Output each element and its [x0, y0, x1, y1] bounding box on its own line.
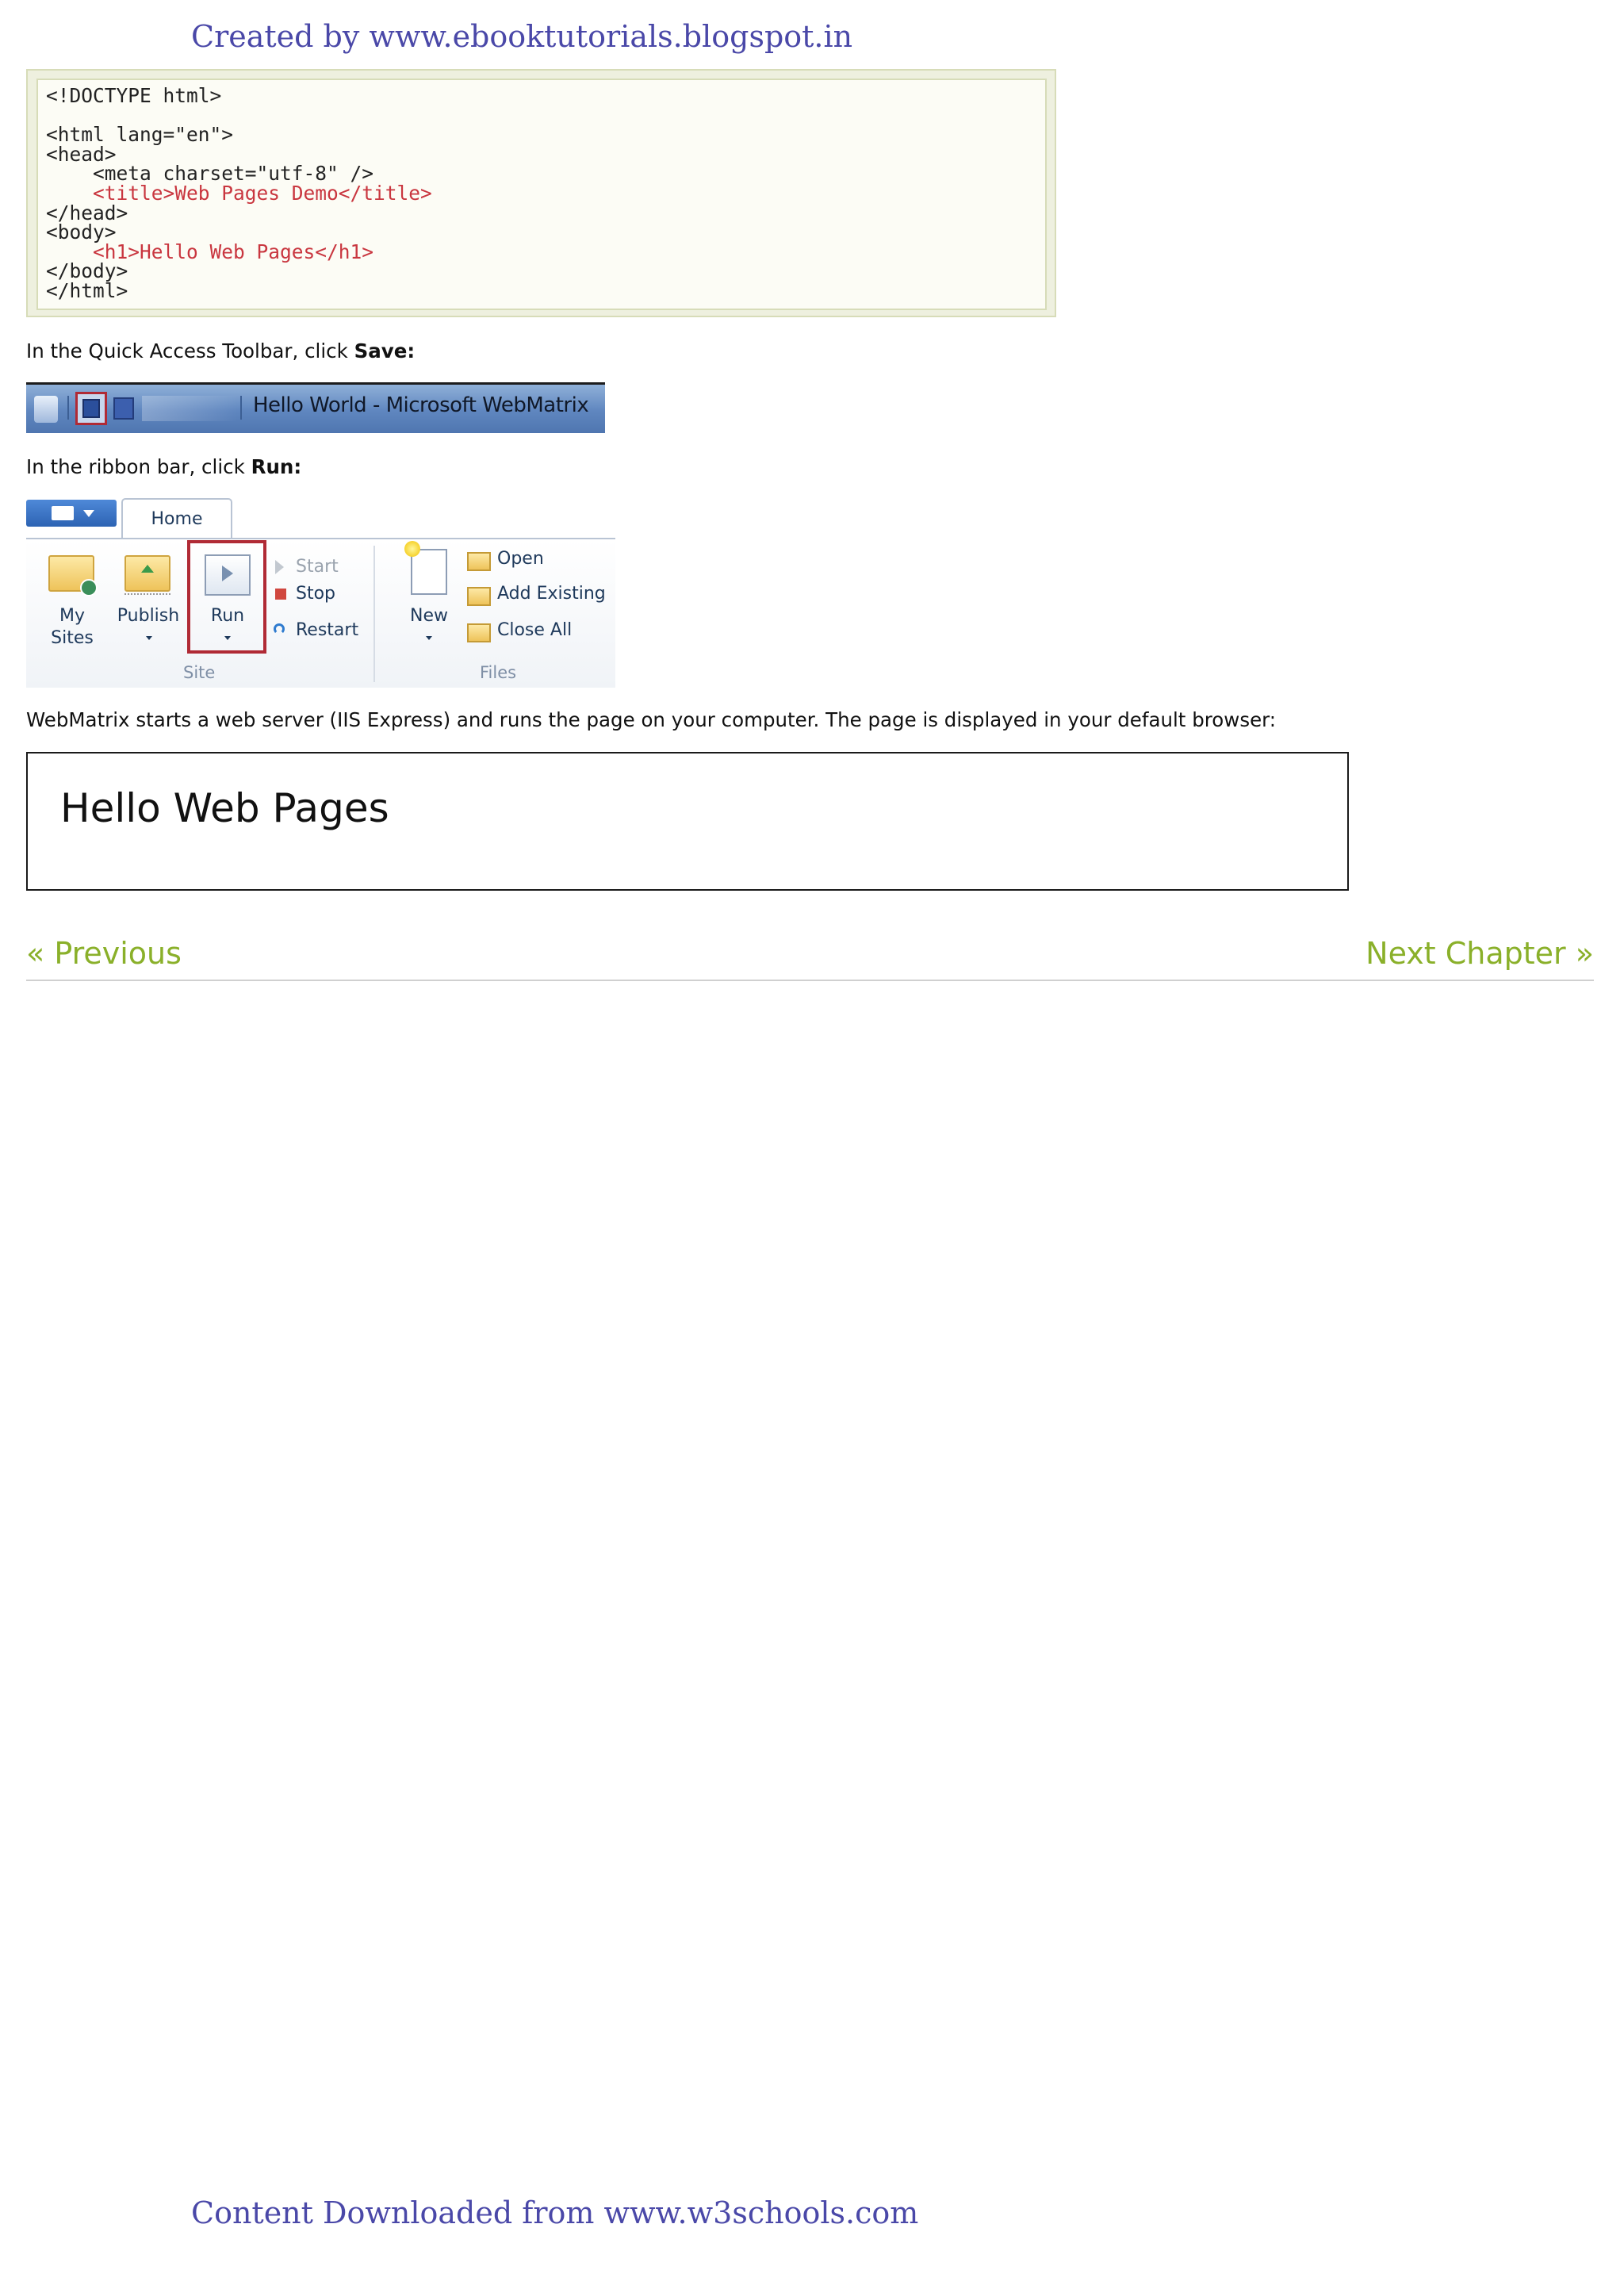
- publish-server-icon: [124, 593, 170, 598]
- new-dropdown-icon[interactable]: [426, 636, 432, 640]
- code-line: <!DOCTYPE html>: [46, 84, 222, 107]
- group-separator: [373, 546, 375, 682]
- group-label-site: Site: [183, 663, 216, 682]
- save-instruction-text: In the Quick Access Toolbar, click: [26, 339, 354, 362]
- group-label-files: Files: [480, 663, 517, 682]
- new-file-icon: [404, 541, 447, 595]
- add-existing-icon: [467, 587, 491, 606]
- title-separator: [240, 396, 242, 420]
- previous-link[interactable]: « Previous: [26, 936, 182, 971]
- save-all-icon[interactable]: [113, 397, 134, 420]
- sparkle-icon: [404, 541, 420, 557]
- code-line: </html>: [46, 278, 128, 302]
- next-chapter-link[interactable]: Next Chapter »: [1365, 936, 1594, 971]
- open-folder-icon: [467, 552, 491, 571]
- run-instruction-text: In the ribbon bar, click: [26, 455, 251, 478]
- code-line: </body>: [46, 259, 128, 283]
- navigation-divider: [26, 980, 1594, 981]
- page-footer-credit: Content Downloaded from www.w3schools.co…: [191, 2195, 919, 2230]
- add-existing-button[interactable]: Add Existing: [497, 584, 606, 604]
- result-description: WebMatrix starts a web server (IIS Expre…: [26, 708, 1277, 731]
- stop-icon: [275, 589, 286, 600]
- quick-access-fade: [142, 396, 237, 421]
- code-line: <title>Web Pages Demo</title>: [46, 181, 432, 205]
- code-example: <!DOCTYPE html> <html lang="en"> <head> <m…: [36, 79, 1047, 310]
- run-icon: [205, 554, 251, 596]
- webmatrix-titlebar-screenshot: Hello World - Microsoft WebMatrix: [26, 382, 605, 433]
- browser-heading: Hello Web Pages: [60, 785, 389, 831]
- play-icon: [222, 566, 233, 581]
- restart-button[interactable]: Restart: [296, 620, 358, 640]
- publish-icon: [124, 555, 170, 592]
- globe-icon: [80, 579, 98, 596]
- my-sites-icon: [48, 555, 98, 596]
- close-all-icon: [467, 623, 491, 642]
- application-menu-button[interactable]: [26, 500, 117, 527]
- toolbar-separator: [67, 396, 69, 420]
- run-instruction: In the ribbon bar, click Run:: [26, 455, 301, 478]
- upload-arrow-icon: [141, 565, 154, 573]
- stop-button[interactable]: Stop: [296, 584, 335, 604]
- publish-button-label[interactable]: Publish: [115, 606, 182, 626]
- close-all-button[interactable]: Close All: [497, 620, 572, 640]
- my-sites-label-line2: Sites: [51, 628, 94, 648]
- app-icon: [34, 396, 58, 423]
- chevron-down-icon: [83, 510, 94, 517]
- save-instruction: In the Quick Access Toolbar, click Save:: [26, 339, 415, 362]
- run-dropdown-icon[interactable]: [224, 636, 231, 640]
- run-button-label[interactable]: Run: [202, 606, 253, 626]
- menu-icon: [52, 506, 74, 520]
- code-line: <h1>Hello Web Pages</h1>: [46, 240, 374, 263]
- save-instruction-bold: Save:: [354, 339, 416, 362]
- new-button-label[interactable]: New: [404, 606, 454, 626]
- page-header-credit: Created by www.ebooktutorials.blogspot.i…: [191, 19, 853, 54]
- publish-dropdown-icon[interactable]: [146, 636, 152, 640]
- save-button-highlight[interactable]: [75, 392, 107, 425]
- start-button[interactable]: Start: [296, 557, 339, 577]
- restart-icon: [274, 623, 285, 635]
- code-line: <html lang="en">: [46, 123, 234, 147]
- run-instruction-bold: Run:: [251, 455, 302, 478]
- open-button[interactable]: Open: [497, 549, 544, 569]
- tab-home[interactable]: Home: [121, 498, 232, 538]
- webmatrix-ribbon-screenshot: Home My Sites Publish Run Start Stop Res…: [26, 495, 615, 688]
- my-sites-label-line1: My: [59, 606, 85, 626]
- code-line: </head>: [46, 201, 128, 224]
- start-icon: [275, 560, 284, 574]
- window-title: Hello World - Microsoft WebMatrix: [253, 393, 589, 417]
- save-icon: [82, 399, 100, 418]
